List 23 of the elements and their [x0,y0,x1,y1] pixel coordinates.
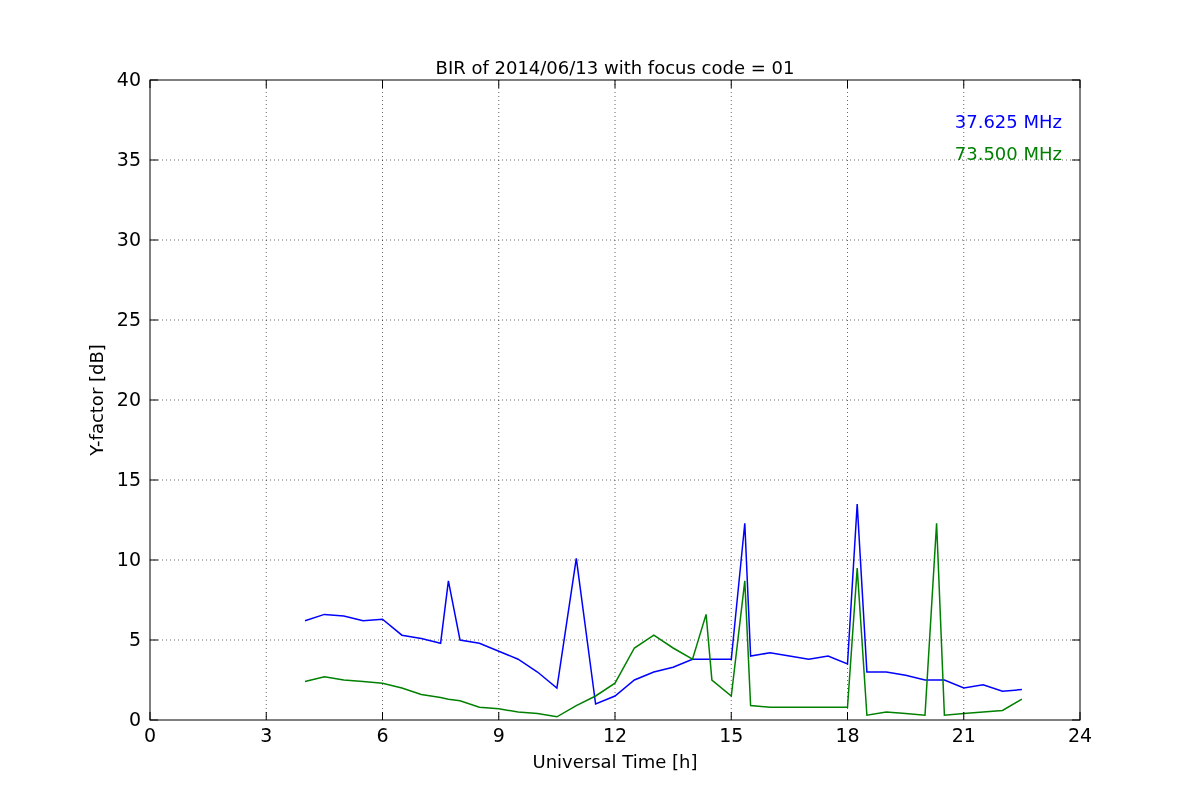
tick-label: 35 [116,148,141,170]
y-axis-label: Y-factor [dB] [86,344,107,456]
legend-label: 37.625 MHz [954,111,1062,132]
tick-label: 18 [835,724,860,746]
tick-label: 40 [116,68,141,90]
tick-label: 30 [116,228,141,250]
tick-label: 15 [719,724,744,746]
tick-label: 6 [376,724,389,746]
tick-label: 10 [116,548,141,570]
tick-label: 9 [492,724,505,746]
chart-title: BIR of 2014/06/13 with focus code = 01 [435,57,795,78]
tick-label: 0 [143,724,157,746]
tick-label: 20 [116,388,141,410]
tick-label: 24 [1067,724,1093,746]
tick-label: 21 [951,724,976,746]
tick-label: 0 [128,708,141,730]
tick-label: 5 [128,628,141,650]
x-axis-label: Universal Time [h] [532,751,698,772]
tick-label: 25 [116,308,141,330]
tick-label: 12 [602,724,628,746]
tick-label: 15 [116,468,141,490]
tick-label: 3 [260,724,273,746]
legend-label: 73.500 MHz [954,143,1062,164]
